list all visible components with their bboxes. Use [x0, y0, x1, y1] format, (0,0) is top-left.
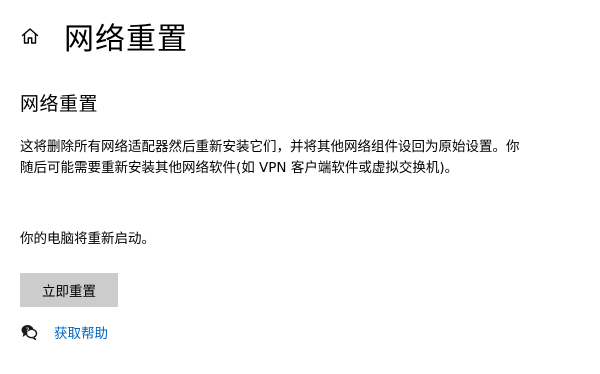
reset-description: 这将删除所有网络适配器然后重新安装它们，并将其他网络组件设回为原始设置。你随后可… [20, 139, 520, 176]
get-help-link[interactable]: 获取帮助 [54, 322, 108, 342]
network-reset-page: 网络重置 网络重置 这将删除所有网络适配器然后重新安装它们，并将其他网络组件设回… [0, 0, 600, 374]
help-chat-icon[interactable]: ? [20, 323, 38, 341]
home-icon[interactable] [20, 26, 40, 46]
restart-note: 你的电脑将重新启动。 [20, 231, 155, 247]
reset-now-button[interactable]: 立即重置 [20, 273, 118, 307]
get-help-row[interactable]: ? 获取帮助 [20, 322, 108, 342]
svg-text:?: ? [26, 327, 30, 335]
page-title: 网络重置 [64, 22, 188, 57]
section-title: 网络重置 [20, 93, 99, 115]
page-header: 网络重置 [20, 14, 188, 58]
